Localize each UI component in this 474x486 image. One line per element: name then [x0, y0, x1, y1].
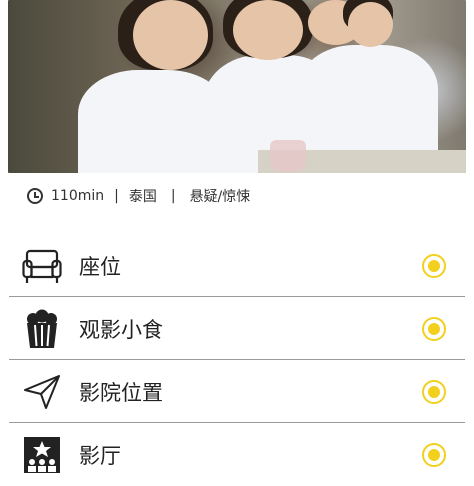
- radio-selected-icon[interactable]: [422, 253, 446, 278]
- movie-options-menu: 座位 观影小食 影院位置 影厅: [0, 234, 474, 486]
- theater-hall-icon: [24, 436, 60, 473]
- menu-item-label: 影厅: [79, 443, 121, 468]
- radio-selected-icon[interactable]: [422, 442, 446, 467]
- info-separator: |: [170, 188, 176, 204]
- radio-selected-icon[interactable]: [422, 379, 446, 404]
- menu-item-snacks[interactable]: 观影小食: [0, 297, 474, 360]
- menu-item-label: 观影小食: [79, 317, 163, 342]
- menu-item-label: 座位: [79, 254, 121, 279]
- movie-genre: 悬疑/惊悚: [189, 189, 251, 205]
- info-separator: |: [114, 188, 119, 204]
- movie-country: 泰国: [128, 189, 157, 205]
- movie-duration: 110min: [51, 188, 105, 204]
- menu-item-hall[interactable]: 影厅: [0, 423, 474, 486]
- sofa-icon: [22, 249, 62, 283]
- menu-item-label: 影院位置: [79, 380, 163, 405]
- clock-icon: [27, 188, 43, 204]
- movie-info-row: 110min | 泰国 | 悬疑/惊悚: [27, 184, 250, 208]
- location-arrow-icon: [24, 374, 60, 409]
- menu-item-cinema-location[interactable]: 影院位置: [0, 360, 474, 423]
- radio-selected-icon[interactable]: [422, 316, 446, 341]
- movie-poster-image: [8, 0, 466, 173]
- popcorn-icon: [27, 309, 57, 348]
- menu-item-seats[interactable]: 座位: [0, 234, 474, 297]
